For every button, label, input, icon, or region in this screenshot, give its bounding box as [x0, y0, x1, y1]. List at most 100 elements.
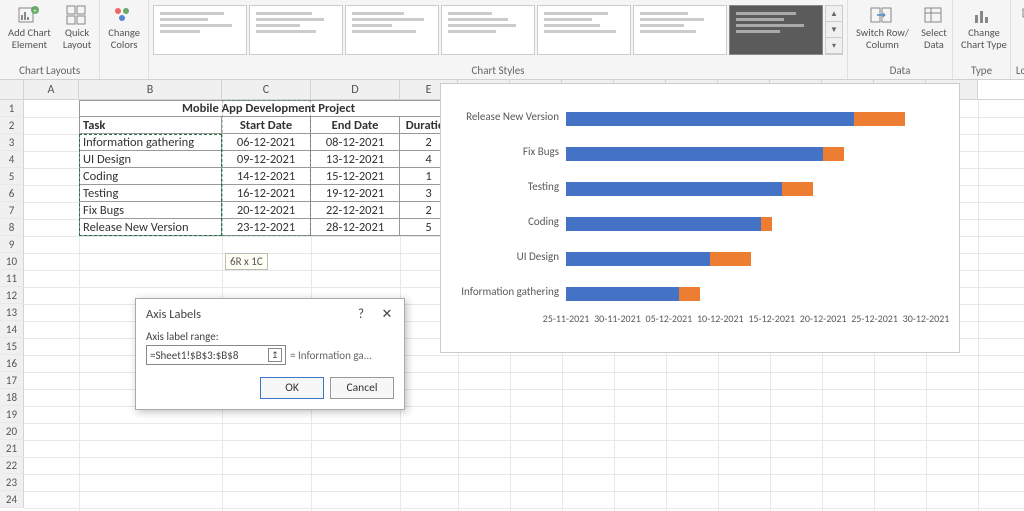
row-header[interactable]: 16	[0, 355, 24, 372]
group-label-location: Loca	[1015, 62, 1024, 79]
column-header[interactable]: D	[311, 80, 400, 99]
chart-category-label: Information gathering	[461, 285, 559, 298]
change-colors-button[interactable]: Change Colors	[104, 2, 144, 52]
style-thumb[interactable]	[633, 5, 727, 55]
select-data-button[interactable]: Select Data	[917, 2, 951, 52]
move-chart-button[interactable]: Mo Ch	[1015, 2, 1024, 52]
table-cell[interactable]: 08-12-2021	[311, 134, 400, 151]
table-header-cell[interactable]: Task	[79, 117, 222, 134]
chart-style-gallery[interactable]: ▲▼▾	[153, 2, 843, 55]
table-cell[interactable]: 14-12-2021	[222, 168, 311, 185]
chart-category-label: Release New Version	[466, 110, 559, 123]
style-thumb[interactable]	[249, 5, 343, 55]
table-cell[interactable]: 19-12-2021	[311, 185, 400, 202]
table-header-cell[interactable]: Start Date	[222, 117, 311, 134]
chart-bar-segment[interactable]	[679, 287, 700, 301]
table-cell[interactable]: 15-12-2021	[311, 168, 400, 185]
chart-bar-segment[interactable]	[566, 217, 761, 231]
row-header[interactable]: 7	[0, 202, 24, 219]
table-cell[interactable]: 20-12-2021	[222, 202, 311, 219]
table-cell[interactable]: 23-12-2021	[222, 219, 311, 236]
table-cell[interactable]: 06-12-2021	[222, 134, 311, 151]
quick-layout-button[interactable]: Quick Layout	[59, 2, 95, 52]
axis-range-input[interactable]: =Sheet1!$B$3:$B$8 ↥	[146, 345, 286, 365]
add-chart-element-button[interactable]: + Add Chart Element	[4, 2, 55, 52]
row-header[interactable]: 3	[0, 134, 24, 151]
chart-bar-segment[interactable]	[710, 252, 751, 266]
collapse-dialog-icon[interactable]: ↥	[268, 348, 282, 362]
row-header[interactable]: 11	[0, 270, 24, 287]
row-header[interactable]: 1	[0, 100, 24, 117]
svg-text:+: +	[34, 6, 38, 15]
change-chart-type-button[interactable]: Change Chart Type	[957, 2, 1011, 52]
row-header[interactable]: 8	[0, 219, 24, 236]
dialog-help-button[interactable]: ?	[354, 307, 368, 322]
group-label-type: Type	[957, 62, 1006, 79]
dialog-close-button[interactable]: ✕	[380, 307, 394, 322]
chart-tick-label: 25-11-2021	[543, 312, 590, 325]
chart-bar-segment[interactable]	[761, 217, 771, 231]
table-cell[interactable]: Coding	[79, 168, 222, 185]
table-cell[interactable]: 16-12-2021	[222, 185, 311, 202]
chart-category-label: Testing	[528, 180, 559, 193]
row-header[interactable]: 22	[0, 457, 24, 474]
row-header[interactable]: 18	[0, 389, 24, 406]
table-header-cell[interactable]: End Date	[311, 117, 400, 134]
row-header[interactable]: 6	[0, 185, 24, 202]
chart-bar-segment[interactable]	[566, 182, 782, 196]
chart-bar-segment[interactable]	[823, 147, 844, 161]
embedded-chart[interactable]: Release New VersionFix BugsTestingCoding…	[440, 83, 960, 353]
chart-bar-segment[interactable]	[566, 252, 710, 266]
chart-bar-segment[interactable]	[782, 182, 813, 196]
row-header[interactable]: 21	[0, 440, 24, 457]
chart-category-label: Fix Bugs	[523, 145, 559, 158]
table-cell[interactable]: 22-12-2021	[311, 202, 400, 219]
quick-layout-icon	[64, 4, 90, 26]
axis-range-preview: = Information ga...	[290, 349, 372, 362]
row-header[interactable]: 2	[0, 117, 24, 134]
row-header[interactable]: 24	[0, 491, 24, 508]
style-thumb[interactable]	[153, 5, 247, 55]
row-header[interactable]: 20	[0, 423, 24, 440]
style-thumb[interactable]	[537, 5, 631, 55]
row-header[interactable]: 4	[0, 151, 24, 168]
row-header[interactable]: 5	[0, 168, 24, 185]
row-header[interactable]: 19	[0, 406, 24, 423]
column-header[interactable]: B	[79, 80, 222, 99]
row-header[interactable]: 14	[0, 321, 24, 338]
ok-button[interactable]: OK	[260, 377, 324, 399]
table-cell[interactable]: 09-12-2021	[222, 151, 311, 168]
row-header[interactable]: 13	[0, 304, 24, 321]
style-thumb-selected[interactable]	[729, 5, 823, 55]
chart-type-icon	[971, 4, 997, 26]
style-thumb[interactable]	[441, 5, 535, 55]
table-cell[interactable]: Fix Bugs	[79, 202, 222, 219]
row-header[interactable]: 17	[0, 372, 24, 389]
row-header[interactable]: 12	[0, 287, 24, 304]
chart-bar-segment[interactable]	[566, 287, 679, 301]
table-cell[interactable]: 13-12-2021	[311, 151, 400, 168]
table-cell[interactable]: Testing	[79, 185, 222, 202]
table-cell[interactable]: Release New Version	[79, 219, 222, 236]
style-thumb[interactable]	[345, 5, 439, 55]
row-headers[interactable]: 123456789101112131415161718192021222324	[0, 100, 24, 508]
select-all-corner[interactable]	[0, 80, 24, 100]
row-header[interactable]: 15	[0, 338, 24, 355]
column-header[interactable]: A	[24, 80, 79, 99]
cancel-button[interactable]: Cancel	[330, 377, 394, 399]
select-data-icon	[921, 4, 947, 26]
row-header[interactable]: 9	[0, 236, 24, 253]
table-cell[interactable]: UI Design	[79, 151, 222, 168]
chart-bar-segment[interactable]	[854, 112, 905, 126]
row-header[interactable]: 23	[0, 474, 24, 491]
row-header[interactable]: 10	[0, 253, 24, 270]
table-cell[interactable]: Information gathering	[79, 134, 222, 151]
chart-tick-label: 05-12-2021	[646, 312, 693, 325]
table-cell[interactable]: 28-12-2021	[311, 219, 400, 236]
gallery-scroll[interactable]: ▲▼▾	[825, 5, 843, 55]
chart-bar-segment[interactable]	[566, 147, 823, 161]
switch-row-column-button[interactable]: Switch Row/ Column	[852, 2, 913, 52]
column-header[interactable]: C	[222, 80, 311, 99]
worksheet[interactable]: ABCDEFGHIJKLMNO 123456789101112131415161…	[0, 80, 1024, 511]
chart-bar-segment[interactable]	[566, 112, 854, 126]
